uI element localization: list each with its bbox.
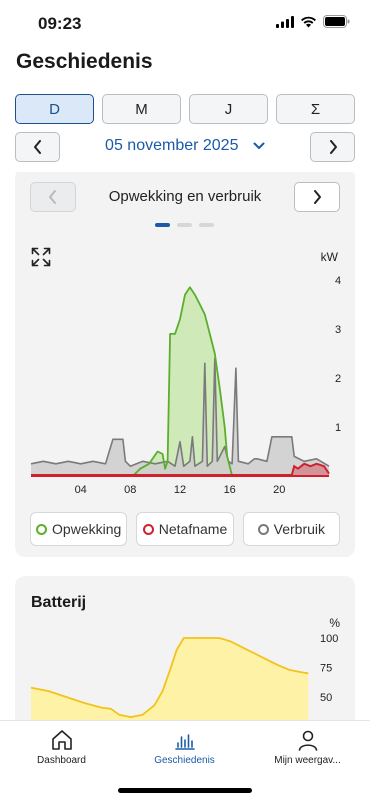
page-dot[interactable] — [199, 223, 214, 227]
legend-item-opwekking[interactable]: Opwekking — [30, 512, 128, 546]
person-icon — [298, 730, 317, 751]
status-time: 09:23 — [38, 14, 82, 33]
home-indicator — [118, 788, 252, 793]
y-tick-label: 1 — [335, 422, 341, 434]
period-tab-year[interactable]: J — [189, 94, 268, 124]
battery-icon — [323, 15, 350, 28]
y-tick-label: 50 — [320, 692, 332, 704]
tab-dashboard[interactable]: Dashboard — [0, 729, 123, 766]
x-tick-label: 04 — [75, 484, 87, 496]
next-chart-button[interactable] — [294, 182, 340, 212]
legend-item-verbruik[interactable]: Verbruik — [242, 512, 340, 546]
tab-label: Mijn weergav... — [274, 755, 341, 766]
y-tick-label: 2 — [335, 373, 341, 385]
x-tick-label: 20 — [273, 484, 285, 496]
production-consumption-card: Opwekking en verbruik kW 1 2 3 4 04 08 12 16 20 … — [15, 172, 355, 557]
legend-label: Verbruik — [273, 521, 325, 537]
y-tick-label: 4 — [335, 275, 341, 287]
scroll-content[interactable]: Opwekking en verbruik kW 1 2 3 4 04 08 12 16 20 … — [0, 172, 370, 720]
production-chart[interactable]: 123404 08 12 16 20 — [15, 258, 355, 503]
period-tab-total[interactable]: Σ — [276, 94, 355, 124]
tab-label: Geschiedenis — [154, 755, 215, 766]
signal-icon — [276, 15, 294, 28]
legend-marker — [142, 523, 154, 535]
page-title: Geschiedenis — [16, 50, 153, 73]
date-label: 05 november 2025 — [105, 137, 239, 154]
chart-legend: Opwekking Netafname Verbruik — [30, 512, 340, 546]
wifi-icon — [301, 16, 316, 27]
y-tick-label: 3 — [335, 324, 341, 336]
legend-label: Netafname — [158, 521, 228, 537]
legend-label: Opwekking — [52, 521, 122, 537]
y-tick-label: 100 — [320, 633, 338, 645]
chevron-right-icon — [314, 190, 321, 204]
tab-bar: Dashboard Geschiedenis Mijn weergav... — [0, 720, 370, 800]
next-date-button[interactable] — [310, 132, 355, 162]
chevron-down-icon — [253, 142, 265, 149]
x-tick-label: 16 — [224, 484, 236, 496]
page-indicator — [155, 223, 214, 227]
x-tick-label: 08 — [124, 484, 136, 496]
date-picker[interactable]: 05 november 2025 — [15, 137, 355, 155]
legend-marker — [257, 523, 269, 535]
x-tick-label: 12 — [174, 484, 186, 496]
battery-chart[interactable]: 100 75 50 — [15, 576, 355, 720]
legend-marker — [36, 523, 48, 535]
status-bar: 09:23 — [0, 0, 370, 44]
period-tab-month[interactable]: M — [102, 94, 181, 124]
y-tick-label: 75 — [320, 663, 332, 675]
bar-chart-icon — [174, 734, 195, 750]
period-selector: D M J Σ — [15, 94, 355, 124]
tab-geschiedenis[interactable]: Geschiedenis — [123, 729, 246, 766]
tab-mijn-weergave[interactable]: Mijn weergav... — [246, 729, 369, 766]
legend-item-netafname[interactable]: Netafname — [136, 512, 234, 546]
battery-card: Batterij % 100 75 50 — [15, 576, 355, 720]
battery-area — [31, 638, 309, 720]
date-navigation: 05 november 2025 — [15, 132, 355, 162]
page-dot[interactable] — [155, 223, 170, 227]
period-tab-day[interactable]: D — [15, 94, 94, 124]
chevron-right-icon — [329, 140, 337, 154]
tab-label: Dashboard — [37, 755, 86, 766]
status-icons — [276, 15, 350, 28]
page-dot[interactable] — [177, 223, 192, 227]
home-icon — [51, 730, 72, 750]
